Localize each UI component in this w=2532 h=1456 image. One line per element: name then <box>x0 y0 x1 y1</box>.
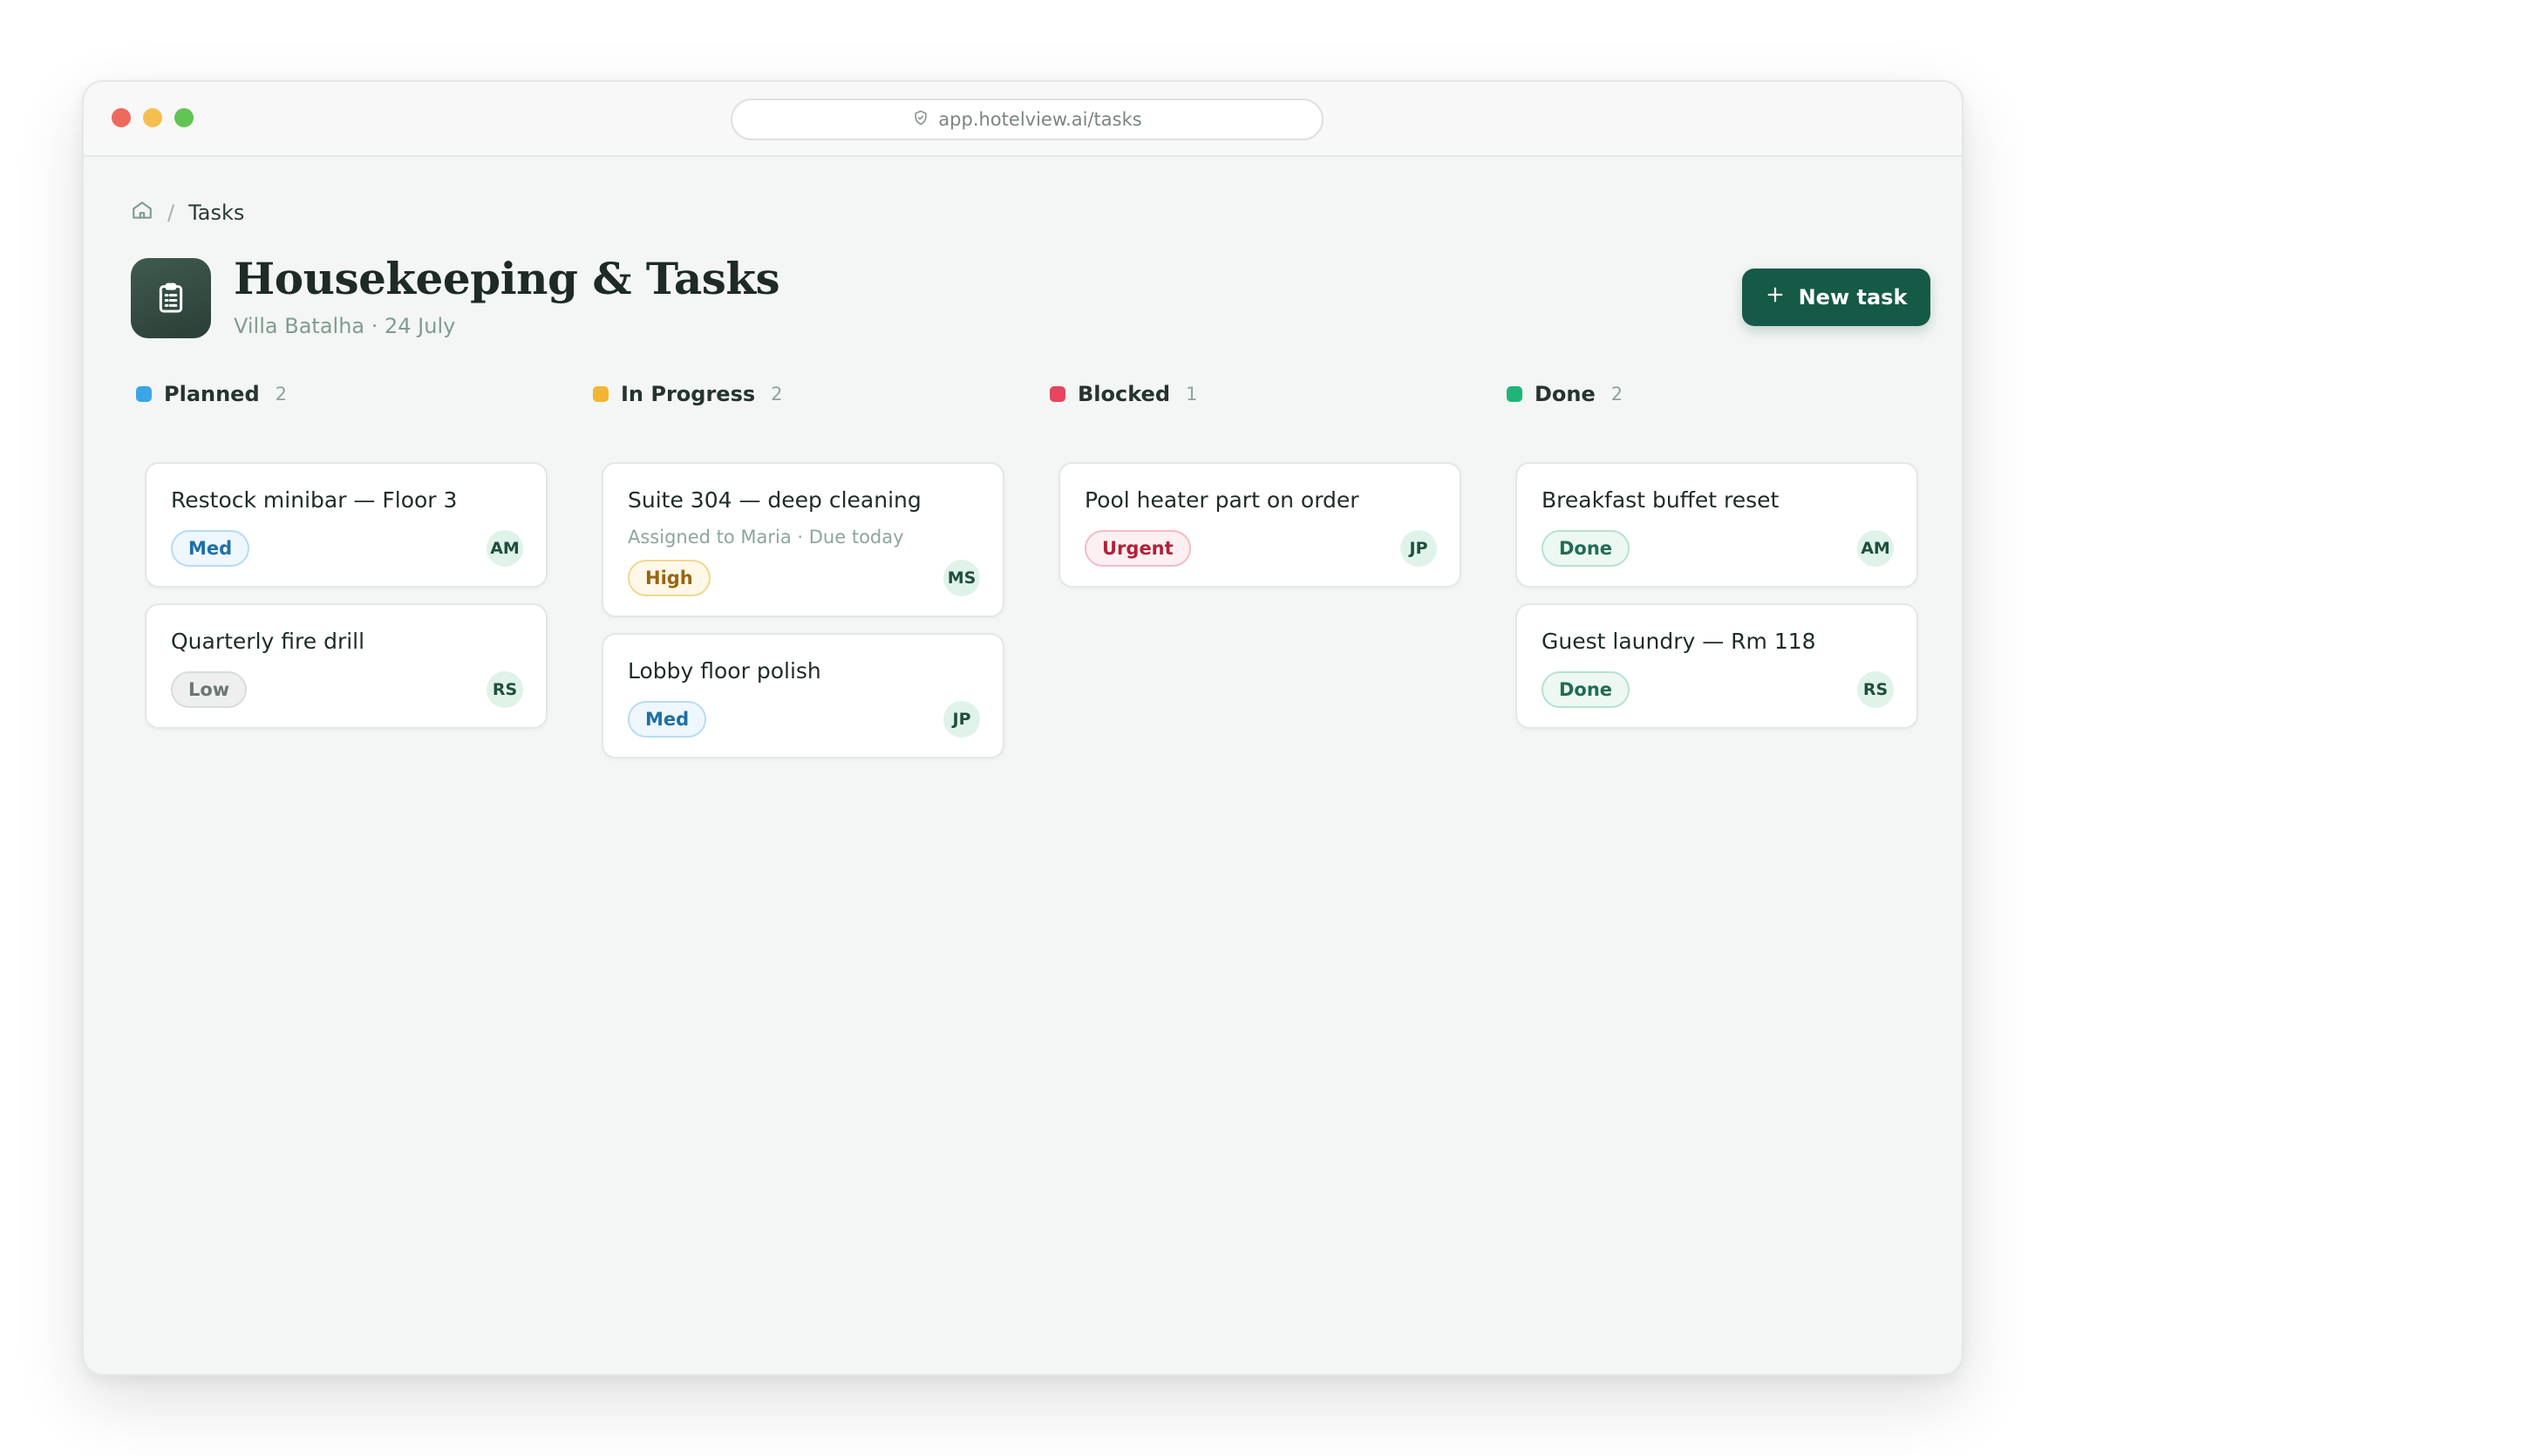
status-dot <box>136 386 152 402</box>
task-card[interactable]: Suite 304 — deep cleaning Assigned to Ma… <box>602 462 1004 617</box>
address-bar[interactable]: app.hotelview.ai/tasks <box>731 99 1324 140</box>
task-title: Pool heater part on order <box>1085 487 1359 513</box>
assignee-avatar: JP <box>1400 530 1437 567</box>
status-dot <box>1050 386 1065 402</box>
column-header: Done 2 <box>1507 377 1909 412</box>
column-blocked: Blocked 1 Pool heater part on order Urge… <box>1050 377 1461 588</box>
task-card[interactable]: Restock minibar — Floor 3 Med AM <box>145 462 548 588</box>
page-subtitle: Villa Batalha · 24 July <box>234 314 456 338</box>
card-list: Breakfast buffet reset Done AM Guest lau… <box>1515 462 1918 745</box>
task-title: Lobby floor polish <box>628 658 821 684</box>
column-title: In Progress <box>621 382 756 406</box>
column-count: 2 <box>1610 384 1623 405</box>
breadcrumb-current: Tasks <box>188 201 245 225</box>
column-count: 1 <box>1186 384 1198 405</box>
close-window-button[interactable] <box>112 108 131 127</box>
assignee-avatar: RS <box>1857 671 1894 708</box>
title-bar: app.hotelview.ai/tasks <box>84 82 1962 157</box>
status-dot <box>593 386 609 402</box>
column-title: Done <box>1535 382 1596 406</box>
new-task-button[interactable]: New task <box>1742 269 1930 326</box>
home-icon[interactable] <box>131 199 153 227</box>
task-card[interactable]: Guest laundry — Rm 118 Done RS <box>1515 603 1918 729</box>
assignee-avatar: JP <box>943 701 980 738</box>
url-text: app.hotelview.ai/tasks <box>938 109 1142 130</box>
plus-icon <box>1766 285 1785 310</box>
priority-badge: Med <box>171 530 250 567</box>
task-card[interactable]: Breakfast buffet reset Done AM <box>1515 462 1918 588</box>
task-card[interactable]: Quarterly fire drill Low RS <box>145 603 548 729</box>
priority-badge: Med <box>628 701 707 738</box>
card-list: Suite 304 — deep cleaning Assigned to Ma… <box>602 462 1004 774</box>
column-count: 2 <box>771 384 783 405</box>
new-task-label: New task <box>1798 285 1908 310</box>
column-in-progress: In Progress 2 Suite 304 — deep cleaning … <box>593 377 1004 759</box>
column-planned: Planned 2 Restock minibar — Floor 3 Med … <box>136 377 548 729</box>
column-title: Blocked <box>1078 382 1171 406</box>
minimize-window-button[interactable] <box>143 108 162 127</box>
breadcrumb-separator: / <box>167 201 175 225</box>
priority-badge: Low <box>171 671 248 708</box>
task-card[interactable]: Lobby floor polish Med JP <box>602 633 1004 759</box>
priority-badge: High <box>628 560 711 596</box>
assignee-avatar: AM <box>1857 530 1894 567</box>
column-header: Blocked 1 <box>1050 377 1453 412</box>
column-count: 2 <box>275 384 288 405</box>
assignee-avatar: MS <box>943 560 980 596</box>
card-list: Pool heater part on order Urgent JP <box>1058 462 1461 603</box>
task-title: Restock minibar — Floor 3 <box>171 487 458 513</box>
column-done: Done 2 Breakfast buffet reset Done AM Gu… <box>1507 377 1918 729</box>
maximize-window-button[interactable] <box>174 108 194 127</box>
status-badge: Done <box>1542 530 1630 567</box>
clipboard-icon <box>131 258 211 338</box>
assignee-avatar: AM <box>487 530 523 567</box>
shield-icon <box>912 109 929 131</box>
page-title: Housekeeping & Tasks <box>234 253 780 304</box>
column-header: Planned 2 <box>136 377 539 412</box>
column-title: Planned <box>164 382 260 406</box>
task-title: Suite 304 — deep cleaning <box>628 487 922 513</box>
task-title: Breakfast buffet reset <box>1542 487 1780 513</box>
task-title: Guest laundry — Rm 118 <box>1542 629 1816 654</box>
assignee-avatar: RS <box>487 671 523 708</box>
task-card[interactable]: Pool heater part on order Urgent JP <box>1058 462 1461 588</box>
card-list: Restock minibar — Floor 3 Med AM Quarter… <box>145 462 548 745</box>
breadcrumb: / Tasks <box>131 199 244 227</box>
status-badge: Done <box>1542 671 1630 708</box>
task-meta: Assigned to Maria · Due today <box>628 527 904 548</box>
task-title: Quarterly fire drill <box>171 629 365 654</box>
priority-badge: Urgent <box>1085 530 1191 567</box>
browser-window: app.hotelview.ai/tasks / Tasks Housekeep… <box>82 80 1964 1376</box>
column-header: In Progress 2 <box>593 377 996 412</box>
status-dot <box>1507 386 1522 402</box>
